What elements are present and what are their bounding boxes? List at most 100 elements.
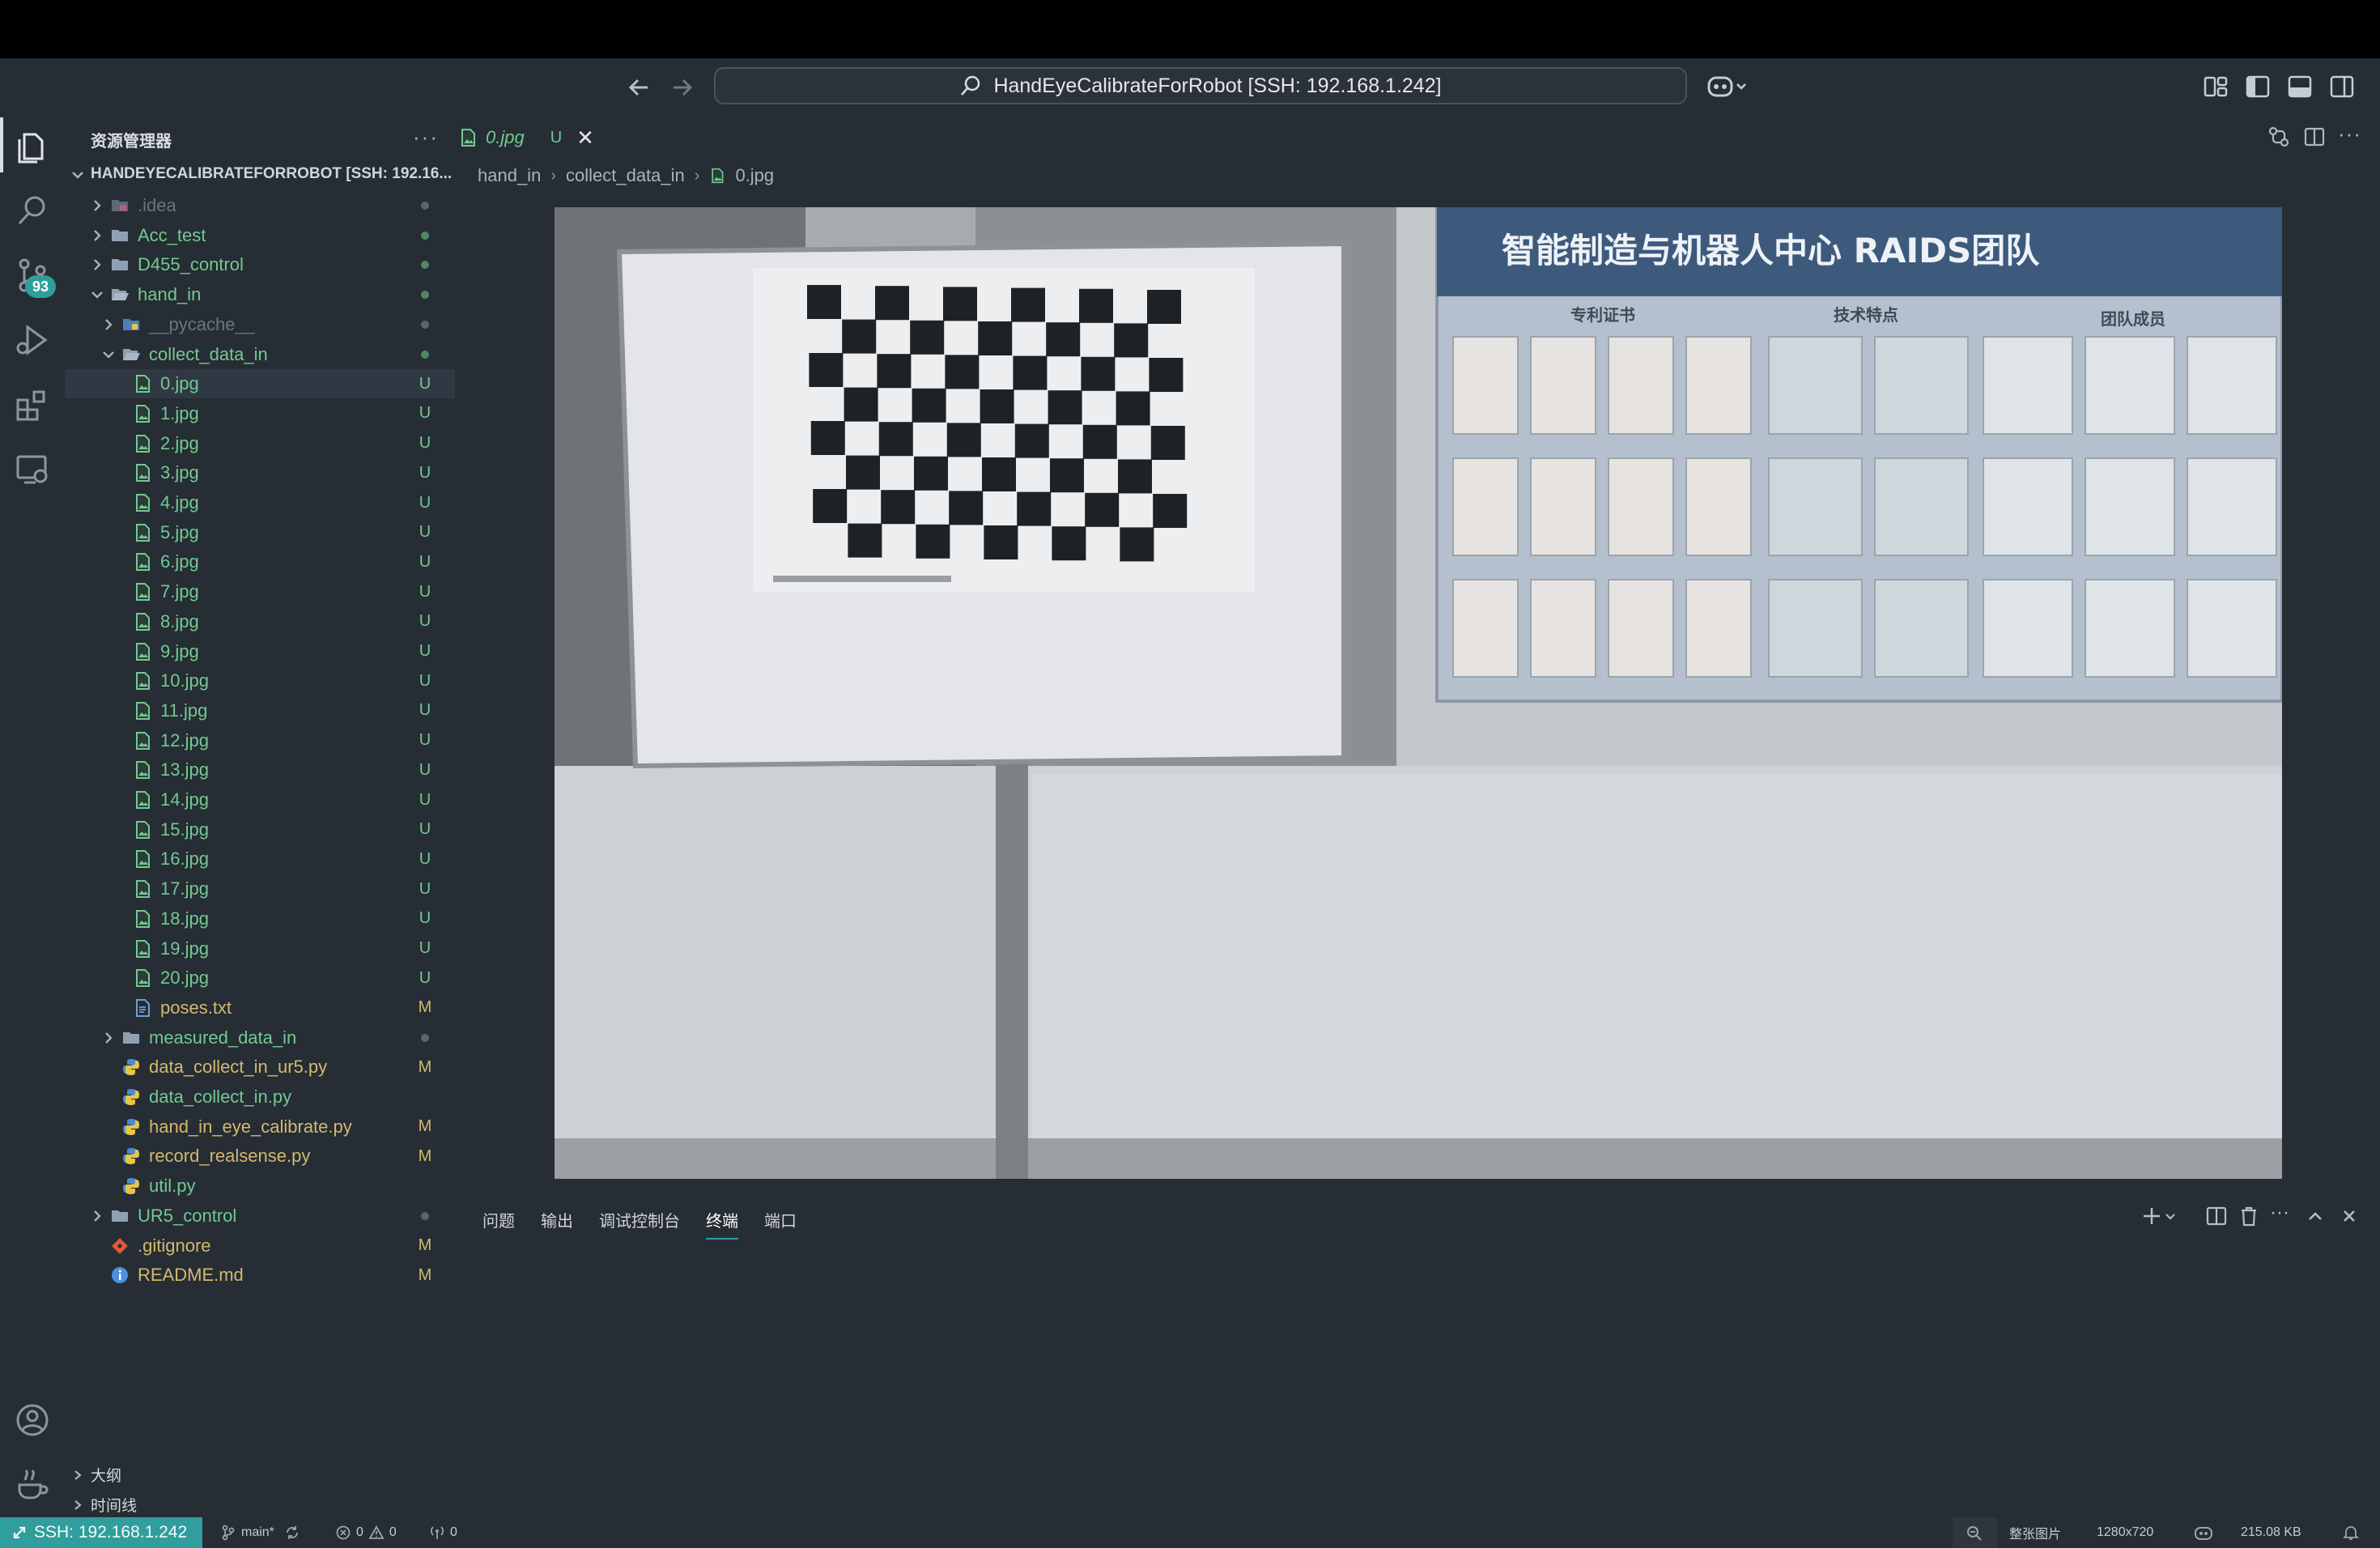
chevron-right-icon[interactable] <box>89 198 105 214</box>
ports-indicator[interactable]: 0 <box>429 1517 457 1548</box>
file-item[interactable]: 19.jpg U <box>65 934 455 963</box>
folder-item[interactable]: Acc_test <box>65 221 455 250</box>
new-terminal-icon[interactable] <box>2142 1205 2178 1227</box>
tab-debug-console[interactable]: 调试控制台 <box>599 1208 680 1236</box>
file-item[interactable]: README.md M <box>65 1261 455 1290</box>
problems-indicator[interactable]: 0 0 <box>335 1517 397 1548</box>
file-item[interactable]: record_realsense.py M <box>65 1142 455 1171</box>
chevron-down-icon[interactable] <box>89 287 105 303</box>
image-preview[interactable]: 智能制造与机器人中心 RAIDS团队 专利证书 技术特点 团队成员 <box>555 207 2282 1179</box>
file-item[interactable]: 3.jpg U <box>65 458 455 487</box>
file-item[interactable]: 14.jpg U <box>65 785 455 814</box>
tab-terminal[interactable]: 终端 <box>706 1208 738 1240</box>
tab-problems[interactable]: 问题 <box>482 1208 515 1236</box>
chevron-right-icon[interactable] <box>100 1030 117 1046</box>
file-item[interactable]: util.py <box>65 1172 455 1201</box>
file-item[interactable]: 12.jpg U <box>65 726 455 755</box>
chevron-right-icon[interactable] <box>100 317 117 333</box>
file-item[interactable]: 10.jpg U <box>65 666 455 695</box>
checker-square <box>1116 391 1150 426</box>
forward-arrow-icon[interactable] <box>665 71 698 104</box>
sync-icon[interactable] <box>284 1525 300 1541</box>
tab-close-icon[interactable]: ✕ <box>576 125 594 151</box>
file-item[interactable]: data_collect_in_ur5.py M <box>65 1053 455 1082</box>
outline-section[interactable]: 大纲 <box>71 1464 121 1486</box>
split-terminal-icon[interactable] <box>2205 1205 2228 1227</box>
tab-0-jpg[interactable]: 0.jpg U ✕ <box>458 120 614 155</box>
chevron-down-icon[interactable] <box>100 347 117 363</box>
folder-item[interactable]: __pycache__ <box>65 310 455 339</box>
split-editor-icon[interactable] <box>2302 125 2327 149</box>
workspace-root-folder[interactable]: HANDEYECALIBRATEFORROBOT [SSH: 192.16... <box>91 165 452 183</box>
chevron-down-icon[interactable] <box>70 167 86 183</box>
file-item[interactable]: 0.jpg U <box>65 369 455 399</box>
file-item[interactable]: 18.jpg U <box>65 904 455 933</box>
toggle-panel-icon[interactable] <box>2286 73 2314 100</box>
folder-item[interactable]: hand_in <box>65 280 455 309</box>
breadcrumb-item-file[interactable]: 0.jpg <box>735 165 774 186</box>
accounts-icon[interactable] <box>13 1401 52 1440</box>
open-changes-icon[interactable] <box>2267 125 2291 149</box>
file-item[interactable]: 2.jpg U <box>65 429 455 458</box>
copilot-icon[interactable] <box>1706 71 1747 100</box>
customize-layout-icon[interactable] <box>2202 73 2229 100</box>
notifications-bell-icon[interactable] <box>2342 1517 2360 1548</box>
file-item[interactable]: 8.jpg U <box>65 607 455 636</box>
breadcrumb-item-collect-data-in[interactable]: collect_data_in <box>566 165 685 186</box>
copilot-status-icon[interactable] <box>2194 1517 2213 1548</box>
breadcrumb-item-hand-in[interactable]: hand_in <box>478 165 541 186</box>
git-status-badge: U <box>419 463 431 482</box>
file-item[interactable]: 20.jpg U <box>65 963 455 993</box>
file-item[interactable]: 9.jpg U <box>65 637 455 666</box>
file-item[interactable]: hand_in_eye_calibrate.py M <box>65 1112 455 1142</box>
folder-item[interactable]: .idea <box>65 191 455 220</box>
editor-more-actions[interactable]: ··· <box>2338 123 2362 149</box>
toggle-primary-sidebar-icon[interactable] <box>2244 73 2272 100</box>
chevron-right-icon[interactable] <box>89 228 105 244</box>
folder-item[interactable]: D455_control <box>65 250 455 279</box>
file-item[interactable]: .gitignore M <box>65 1231 455 1261</box>
close-panel-icon[interactable] <box>2338 1205 2361 1227</box>
file-item[interactable]: 5.jpg U <box>65 518 455 547</box>
folder-item[interactable]: measured_data_in <box>65 1023 455 1053</box>
run-and-debug-icon[interactable] <box>13 321 52 359</box>
zoom-button[interactable] <box>1953 1517 1998 1548</box>
tab-ports[interactable]: 端口 <box>764 1208 797 1236</box>
extensions-icon[interactable] <box>13 385 52 424</box>
file-item[interactable]: 4.jpg U <box>65 488 455 517</box>
file-item[interactable]: data_collect_in.py <box>65 1082 455 1112</box>
explorer-more-actions[interactable]: ··· <box>413 125 439 150</box>
git-status-badge: M <box>418 1117 432 1136</box>
checker-square <box>848 523 882 558</box>
file-item[interactable]: 17.jpg U <box>65 874 455 904</box>
folder-item[interactable]: UR5_control <box>65 1201 455 1231</box>
folder-item[interactable]: collect_data_in <box>65 340 455 369</box>
file-item[interactable]: 6.jpg U <box>65 547 455 576</box>
file-item[interactable]: 7.jpg U <box>65 577 455 606</box>
kill-terminal-icon[interactable] <box>2238 1205 2260 1227</box>
file-item[interactable]: poses.txt M <box>65 993 455 1023</box>
chevron-right-icon[interactable] <box>89 1208 105 1224</box>
remote-indicator[interactable]: SSH: 192.168.1.242 <box>0 1517 202 1548</box>
folder-status-dot <box>421 261 429 270</box>
file-item[interactable]: 16.jpg U <box>65 844 455 874</box>
file-item[interactable]: 15.jpg U <box>65 815 455 844</box>
file-item[interactable]: 1.jpg U <box>65 399 455 428</box>
panel-more-actions[interactable]: ··· <box>2270 1203 2293 1227</box>
java-projects-icon[interactable] <box>13 1464 52 1503</box>
branch-indicator[interactable]: main* <box>220 1517 300 1548</box>
tab-output[interactable]: 输出 <box>541 1208 573 1236</box>
explorer-icon[interactable] <box>13 126 52 165</box>
chevron-right-icon[interactable] <box>89 257 105 273</box>
command-center-search[interactable]: HandEyeCalibrateForRobot [SSH: 192.168.1… <box>714 67 1687 104</box>
remote-explorer-icon[interactable] <box>13 450 52 489</box>
timeline-section[interactable]: 时间线 <box>71 1494 137 1516</box>
maximize-panel-icon[interactable] <box>2304 1205 2327 1227</box>
search-icon[interactable] <box>13 191 52 230</box>
file-item[interactable]: 13.jpg U <box>65 755 455 785</box>
toggle-secondary-sidebar-icon[interactable] <box>2328 73 2356 100</box>
file-item[interactable]: 11.jpg U <box>65 696 455 725</box>
zoom-mode[interactable]: 整张图片 <box>2009 1517 2061 1548</box>
back-arrow-icon[interactable] <box>623 71 656 104</box>
